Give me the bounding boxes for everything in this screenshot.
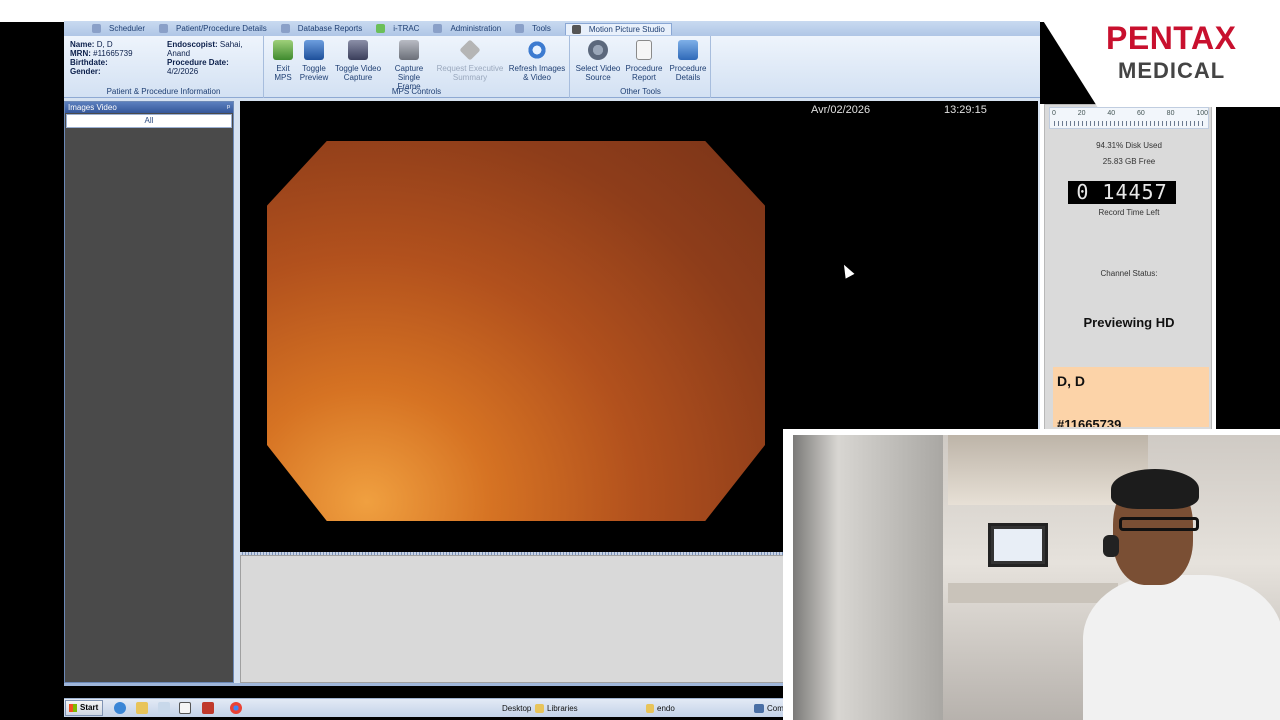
tab-patient-procedure-details[interactable]: Patient/Procedure Details [159,24,267,33]
procedure-details-button[interactable]: Procedure Details [667,40,709,82]
headset-icon [1103,535,1119,557]
disk-free: 25.83 GB Free [1102,157,1156,166]
database-icon [280,24,290,33]
folder-icon[interactable] [136,702,148,714]
endoscopist-name: Sahai, [219,40,243,49]
toggle-preview-button[interactable]: Toggle Preview [298,40,330,82]
refresh-icon [527,40,547,60]
tab-bar: Scheduler Patient/Procedure Details Data… [64,21,1040,36]
details-icon [678,40,698,60]
calendar-icon [92,24,101,33]
workstation-monitor [988,523,1048,567]
status-panel: 0 20 40 60 80 100 94.31% Disk Used 25.83… [1040,104,1216,430]
images-video-header: Images Video ᵖ [65,102,233,113]
endo-folder-icon [646,704,654,713]
other-tools-group: Select Video Source Procedure Report Proce… [571,36,711,98]
report-icon [636,40,652,60]
document-icon[interactable] [158,702,170,714]
capture-single-frame-button[interactable]: Capture Single Frame [386,40,432,91]
tools-icon [515,24,525,33]
itrac-icon [376,24,386,33]
glasses-icon [1119,517,1199,531]
patient-name: D, D [96,40,113,49]
cabinet [793,435,943,720]
request-executive-summary-button[interactable]: Request Executive Summary [436,39,504,82]
summary-icon [459,39,481,61]
patient-badge: D, D #11665739 [1053,367,1209,427]
monitor-icon [304,40,324,60]
tab-scheduler[interactable]: Scheduler [92,24,145,33]
gear-icon [433,24,443,33]
computer-icon [754,704,764,713]
procedure-report-button[interactable]: Procedure Report [623,40,665,82]
ribbon: Name: D, D MRN: #11665739 Birthdate: Gen… [64,36,1040,98]
mps-controls-group: Exit MPS Toggle Preview Toggle Video Captur… [264,36,570,98]
video-date: Avr/02/2026 [811,104,871,116]
video-source-icon [588,40,608,60]
filter-all-button[interactable]: All [66,114,232,128]
refresh-images-video-button[interactable]: Refresh Images & Video [508,40,566,82]
webcam-overlay [783,429,1280,720]
preview-mode: Previewing HD [1083,315,1175,330]
mouse-cursor-icon [839,262,855,279]
taskbar-desktop[interactable]: Desktop [502,704,531,713]
tab-database-reports[interactable]: Database Reports [280,24,362,33]
patient-mrn: #11665739 [93,49,133,58]
record-time-display: 0 14457 [1068,181,1176,204]
taskbar-libraries[interactable]: Libraries [547,704,578,713]
gauge-ticks [1054,121,1204,126]
presenter [1083,469,1280,720]
camera-icon [571,24,581,34]
select-video-source-button[interactable]: Select Video Source [575,40,621,82]
exit-icon [273,40,293,60]
procedure-date: 4/2/2026 [167,67,199,76]
tab-itrac[interactable]: i-TRAC [376,24,419,33]
tab-administration[interactable]: Administration [433,24,501,33]
tab-tools[interactable]: Tools [515,24,551,33]
exit-mps-button[interactable]: Exit MPS [270,40,296,82]
endoscope-image [267,141,765,521]
taskbar: Start Desktop Libraries endo Comput [64,698,795,717]
pentax-medical-logo: PENTAX MEDICAL [1030,0,1280,107]
channel-status-label: Channel Status: [1100,269,1158,278]
pin-icon[interactable]: ᵖ [227,102,230,113]
taskbar-endo[interactable]: endo [657,704,675,713]
disk-used: 94.31% Disk Used [1096,141,1162,150]
patient-info-group: Name: D, D MRN: #11665739 Birthdate: Gen… [64,36,264,98]
toggle-video-capture-button[interactable]: Toggle Video Capture [334,40,382,82]
video-camera-icon [348,40,368,60]
libraries-icon [535,704,544,713]
badge-patient-name: D, D [1057,373,1085,389]
badge-patient-mrn: #11665739 [1057,417,1122,427]
patient-info-right: Endoscopist: Sahai, Anand Procedure Date… [167,40,243,76]
pdf-icon[interactable] [202,702,214,714]
disk-gauge: 0 20 40 60 80 100 [1049,107,1209,129]
start-button[interactable]: Start [65,700,103,716]
images-video-pane: Images Video ᵖ All [64,101,234,683]
tab-motion-picture-studio[interactable]: Motion Picture Studio [564,22,672,35]
record-time-label: Record Time Left [1098,208,1160,217]
chrome-icon[interactable] [230,702,242,714]
patient-info-left: Name: D, D MRN: #11665739 Birthdate: Gen… [70,40,133,76]
patient-icon [159,24,169,33]
video-time: 13:29:15 [944,104,987,116]
presenter-video [793,435,1280,720]
app-window-icon[interactable] [179,702,191,714]
photo-camera-icon [399,40,419,60]
browser-icon[interactable] [114,702,126,714]
